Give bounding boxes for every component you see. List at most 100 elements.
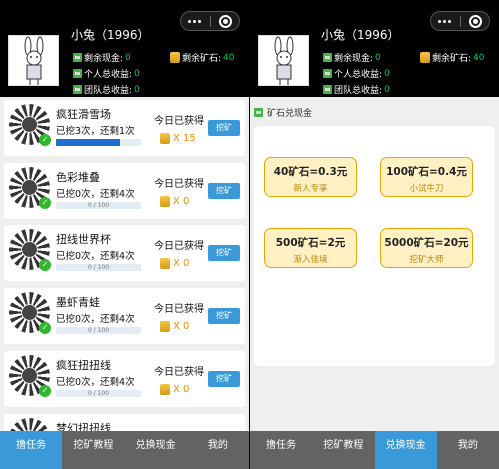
remaining-cash: 剩余现金: 0 <box>323 51 381 64</box>
game-name: 梦幻扭扭线 <box>56 422 111 431</box>
exchange-option-5000[interactable]: 5000矿石=20元 挖矿大师 <box>380 228 473 268</box>
mine-button[interactable]: 挖矿 <box>208 371 240 387</box>
coin-stack-icon <box>160 321 170 332</box>
mine-button[interactable]: 挖矿 <box>208 183 240 199</box>
game-progress-text: 已挖0次，还剩4次 <box>56 377 135 388</box>
remaining-ore: 剩余矿石: 40 <box>420 51 485 64</box>
today-earned-label: 今日已获得 <box>154 241 204 252</box>
today-earned: X 0 <box>160 196 189 207</box>
rabbit-avatar-icon <box>24 36 44 85</box>
exchange-option-100[interactable]: 100矿石=0.4元 小试牛刀 <box>380 157 473 197</box>
exchange-option-500[interactable]: 500矿石=2元 渐入佳境 <box>264 228 357 268</box>
profile-header: 小兔（1996） 剩余现金: 0 剩余矿石: 40 个人总收益: 0 团队总收益: 0 <box>250 0 499 97</box>
check-icon: ✓ <box>39 134 51 146</box>
today-earned: X 0 <box>160 384 189 395</box>
rabbit-avatar-icon <box>274 36 294 85</box>
today-earned: X 0 <box>160 321 189 332</box>
game-qrcode-icon: ✓ <box>9 229 51 271</box>
tab-exchange-cash[interactable]: 兑换现金 <box>125 431 187 469</box>
game-progress-bar: 0 / 100 <box>56 327 141 334</box>
game-name: 疯狂扭扭线 <box>56 359 111 372</box>
exchange-area: 矿石兑现金 40矿石=0.3元 新人专享 100矿石=0.4元 小试牛刀 500… <box>250 97 499 431</box>
team-income: 团队总收益: 0 <box>73 83 140 96</box>
coin-stack-icon <box>160 196 170 207</box>
avatar <box>8 35 59 86</box>
game-name: 疯狂滑雪场 <box>56 108 111 121</box>
bottom-nav: 撸任务 挖矿教程 兑换现金 我的 <box>0 431 249 469</box>
game-progress-bar: 0 / 100 <box>56 390 141 397</box>
miniprogram-capsule[interactable] <box>180 11 240 31</box>
team-income: 团队总收益: 0 <box>323 83 390 96</box>
game-progress-text: 已挖0次，还剩4次 <box>56 314 135 325</box>
check-icon: ✓ <box>39 197 51 209</box>
coin-stack-icon <box>160 133 170 144</box>
close-miniprogram-icon[interactable] <box>219 15 232 28</box>
game-card: ✓ 疯狂滑雪场已挖3次，还剩1次 今日已获得 X 15 挖矿 <box>4 100 245 156</box>
coin-stack-icon <box>170 52 180 63</box>
game-progress-text: 已挖3次，还剩1次 <box>56 126 135 137</box>
game-qrcode-icon: ✓ <box>9 167 51 209</box>
exchange-option-40[interactable]: 40矿石=0.3元 新人专享 <box>264 157 357 197</box>
mine-button[interactable]: 挖矿 <box>208 308 240 324</box>
coin-stack-icon <box>160 384 170 395</box>
tab-mining-guide[interactable]: 挖矿教程 <box>62 431 124 469</box>
exchange-title: 矿石兑现金 <box>254 106 312 119</box>
check-icon: ✓ <box>39 385 51 397</box>
coin-stack-icon <box>420 52 430 63</box>
wallet-icon <box>73 69 82 78</box>
game-list[interactable]: ✓ 疯狂滑雪场 已挖3次，还剩1次 今日已获得 X 15 挖矿 ✓ 色彩堆叠 已挖0次，还剩4次… <box>0 97 249 431</box>
remaining-ore: 剩余矿石: 40 <box>170 51 235 64</box>
avatar <box>258 35 309 86</box>
game-card: ✓ 疯狂扭扭线已挖0次，还剩4次 0 / 100 今日已获得 X 0 挖矿 <box>4 351 245 407</box>
wallet-icon <box>73 85 82 94</box>
username: 小兔（1996） <box>71 28 150 42</box>
today-earned: X 0 <box>160 258 189 269</box>
mine-button[interactable]: 挖矿 <box>208 245 240 261</box>
wallet-icon <box>323 85 332 94</box>
today-earned-label: 今日已获得 <box>154 367 204 378</box>
today-earned-label: 今日已获得 <box>154 116 204 127</box>
profile-header: 小兔（1996） 剩余现金: 0 剩余矿石: 40 个人总收益: 0 团队总收益: 0 <box>0 0 249 97</box>
today-earned: X 15 <box>160 133 196 144</box>
game-qrcode-icon: ✓ <box>9 355 51 397</box>
more-icon[interactable] <box>443 20 446 23</box>
wallet-icon <box>323 69 332 78</box>
wallet-icon <box>73 53 82 62</box>
exchange-options-card: 40矿石=0.3元 新人专享 100矿石=0.4元 小试牛刀 500矿石=2元 … <box>254 126 495 366</box>
mine-button[interactable]: 挖矿 <box>208 120 240 136</box>
game-card: ✓ 色彩堆叠 已挖0次，还剩4次 0 / 100 今日已获得 X 0 挖矿 <box>4 163 245 219</box>
today-earned-label: 今日已获得 <box>154 179 204 190</box>
game-name: 扭线世界杯 <box>56 233 111 246</box>
tab-mining-guide[interactable]: 挖矿教程 <box>312 431 374 469</box>
more-icon[interactable] <box>193 20 196 23</box>
tab-tasks[interactable]: 撸任务 <box>250 431 312 469</box>
tab-mine[interactable]: 我的 <box>187 431 249 469</box>
game-progress-bar: 0 / 100 <box>56 202 141 209</box>
username: 小兔（1996） <box>321 28 400 42</box>
personal-income: 个人总收益: 0 <box>323 67 390 80</box>
personal-income: 个人总收益: 0 <box>73 67 140 80</box>
game-progress-bar <box>56 139 141 146</box>
game-progress-text: 已挖0次，还剩4次 <box>56 251 135 262</box>
exchange-page: 小兔（1996） 剩余现金: 0 剩余矿石: 40 个人总收益: 0 团队总收益: 0 … <box>250 0 499 469</box>
game-card: ✓ 墨虾青蛙已挖0次，还剩4次 0 / 100 今日已获得 X 0 挖矿 <box>4 288 245 344</box>
coin-stack-icon <box>160 258 170 269</box>
game-progress-text: 已挖0次，还剩4次 <box>56 189 135 200</box>
tab-mine[interactable]: 我的 <box>437 431 499 469</box>
mining-page: 小兔（1996） 剩余现金: 0 剩余矿石: 40 个人总收益: 0 团队总收益: 0 … <box>0 0 249 469</box>
game-name: 墨虾青蛙 <box>56 296 100 309</box>
game-card: ✓ 扭线世界杯已挖0次，还剩4次 0 / 100 今日已获得 X 0 挖矿 <box>4 225 245 281</box>
game-qrcode-icon: ✓ <box>9 292 51 334</box>
wallet-icon <box>323 53 332 62</box>
check-icon: ✓ <box>39 322 51 334</box>
game-card: ✓ 梦幻扭扭线 <box>4 414 245 431</box>
tab-tasks[interactable]: 撸任务 <box>0 431 63 469</box>
bottom-nav: 撸任务 挖矿教程 兑换现金 我的 <box>250 431 499 469</box>
game-qrcode-icon: ✓ <box>9 418 50 431</box>
game-progress-bar: 0 / 100 <box>56 264 141 271</box>
miniprogram-capsule[interactable] <box>430 11 490 31</box>
close-miniprogram-icon[interactable] <box>469 15 482 28</box>
check-icon: ✓ <box>39 259 51 271</box>
tab-exchange-cash[interactable]: 兑换现金 <box>374 431 437 469</box>
today-earned-label: 今日已获得 <box>154 304 204 315</box>
